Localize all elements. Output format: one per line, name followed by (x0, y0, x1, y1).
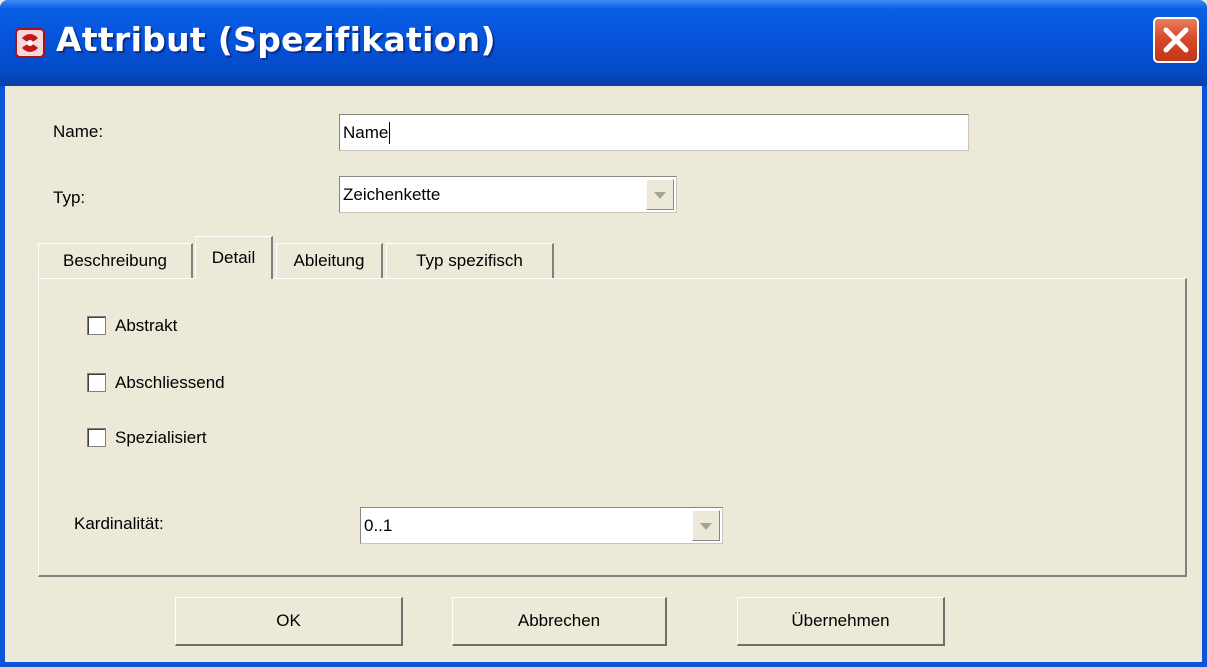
cancel-button[interactable]: Abbrechen (452, 597, 667, 646)
close-button[interactable] (1153, 17, 1199, 63)
title-bar[interactable]: Attribut (Spezifikation) (0, 0, 1207, 86)
cardinality-select-value: 0..1 (364, 515, 393, 535)
abstrakt-checkbox[interactable] (87, 316, 106, 335)
app-icon (13, 26, 47, 60)
dialog-window: Attribut (Spezifikation) Name: Name Typ:… (0, 0, 1207, 667)
chevron-down-icon (654, 191, 666, 199)
ok-button-label: OK (276, 611, 301, 630)
name-input-value: Name (343, 122, 389, 142)
tab-label: Beschreibung (63, 251, 167, 270)
tab-ableitung[interactable]: Ableitung (276, 243, 383, 278)
apply-button[interactable]: Übernehmen (737, 597, 945, 646)
tab-beschreibung[interactable]: Beschreibung (38, 243, 193, 278)
detail-tab-panel: Abstrakt Abschliessend Spezialisiert Kar… (38, 278, 1187, 577)
cancel-button-label: Abbrechen (517, 611, 601, 630)
tab-label: Detail (211, 248, 256, 267)
tab-detail[interactable]: Detail (195, 236, 273, 279)
ok-button[interactable]: OK (175, 597, 403, 646)
type-dropdown-button[interactable] (646, 179, 674, 210)
spezialisiert-checkbox[interactable] (87, 428, 106, 447)
abschliessend-label[interactable]: Abschliessend (115, 373, 225, 393)
cardinality-label: Kardinalität: (74, 514, 164, 533)
close-icon (1163, 27, 1189, 53)
type-select[interactable]: Zeichenkette (339, 176, 677, 213)
apply-button-label: Übernehmen (791, 611, 890, 630)
tab-label: Ableitung (293, 251, 365, 270)
window-title: Attribut (Spezifikation) (56, 20, 496, 59)
abschliessend-checkbox[interactable] (87, 373, 106, 392)
tab-typ-spezifisch[interactable]: Typ spezifisch (386, 243, 554, 278)
cardinality-dropdown-button[interactable] (692, 510, 720, 541)
chevron-down-icon (700, 522, 712, 530)
cardinality-select[interactable]: 0..1 (360, 507, 723, 544)
tab-label: Typ spezifisch (416, 251, 523, 270)
spezialisiert-label[interactable]: Spezialisiert (115, 428, 207, 448)
dialog-body: Name: Name Typ: Zeichenkette Beschreibun… (5, 86, 1202, 662)
name-label: Name: (53, 122, 104, 141)
abstrakt-label[interactable]: Abstrakt (115, 316, 177, 336)
type-label: Typ: (53, 188, 86, 207)
text-caret (389, 121, 391, 144)
type-select-value: Zeichenkette (343, 184, 441, 204)
name-input[interactable]: Name (339, 114, 969, 151)
